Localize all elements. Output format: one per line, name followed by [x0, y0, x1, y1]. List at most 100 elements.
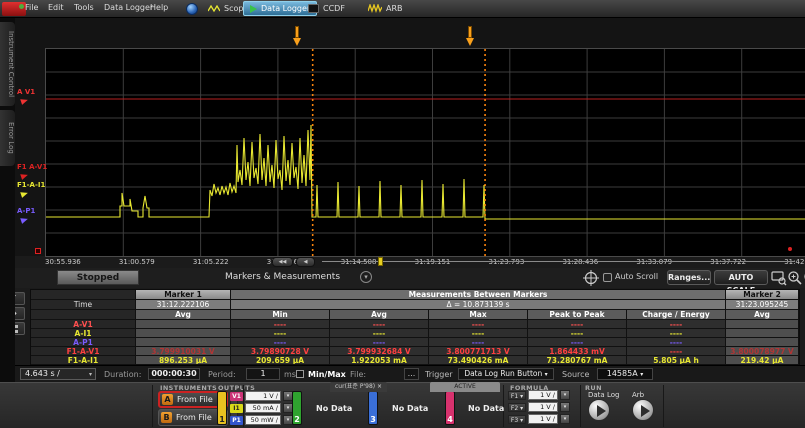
i1-scale-value[interactable]: 50 mA / [245, 403, 281, 413]
marker2-header[interactable]: Marker 2 [726, 290, 799, 300]
scroll-thumb[interactable] [378, 257, 383, 266]
crosshair-icon[interactable] [583, 270, 599, 286]
formula-f3-scale[interactable]: 1 V / [528, 414, 558, 424]
marker1-handle[interactable] [293, 26, 302, 47]
time-window-select[interactable]: 4.643 s /▾ [20, 368, 96, 380]
arb-wave-icon [368, 4, 382, 13]
marker2-handle[interactable] [466, 26, 475, 47]
auto-scale-button[interactable]: AUTO SCALE [714, 270, 768, 285]
scroll-track[interactable] [322, 261, 795, 262]
duration-value[interactable]: 000:00:30 [148, 368, 200, 380]
p1-scale-value[interactable]: 50 mW / [245, 415, 281, 425]
sidebar-tab-instrument-control[interactable]: Instrument Control [0, 22, 15, 106]
left-sidebar: Instrument Control Error Log [0, 18, 15, 382]
table-cell: ---- [429, 338, 528, 347]
formula-f2-scale[interactable]: 1 V / [528, 402, 558, 412]
active-tab[interactable]: ACTIVE [430, 382, 500, 392]
zoom-selection-icon[interactable] [771, 270, 787, 286]
ccdf-icon [308, 4, 319, 13]
menu-help[interactable]: Help [150, 3, 168, 12]
marker1-header[interactable]: Marker 1 [136, 290, 231, 300]
close-icon[interactable]: × [377, 383, 382, 390]
formula-f2-select[interactable]: F2 ▾ [508, 403, 526, 412]
trace-marker-arrow-icon[interactable] [20, 172, 29, 180]
formula-f3-select[interactable]: F3 ▾ [508, 415, 526, 424]
instrument-a-badge: A [162, 394, 173, 405]
tab-ccdf[interactable]: CCDF [302, 1, 351, 16]
table-cell: 3.799932684 V [330, 347, 429, 356]
source-label: Source [562, 370, 589, 379]
table-row-a-i1[interactable]: A-I1-------------------- [31, 329, 799, 338]
minmax-label[interactable]: Min/Max [308, 370, 346, 379]
menu-bar: File Edit Tools Data Logger Help Scope D… [0, 0, 805, 18]
table-cell: ---- [231, 329, 330, 338]
output-channel-2-bar[interactable]: 2 [292, 391, 302, 425]
formula-row-f1: F1 ▾ 1 V / ▾ [508, 390, 570, 400]
run-data-log-label: Data Log [588, 391, 619, 399]
table-cell: F1-A-V1 [31, 347, 136, 356]
run-data-log-button[interactable] [588, 399, 610, 421]
sine-wave-icon [208, 5, 220, 13]
record-start-icon [35, 248, 41, 254]
info-icon[interactable] [186, 3, 198, 15]
table-row-f1-a-i1[interactable]: F1-A-I1896.253 µA209.659 µA1.922053 mA73… [31, 356, 799, 365]
trace-marker-arrow-icon[interactable] [20, 216, 29, 224]
scroll-back-button[interactable]: ◀ [296, 257, 315, 267]
output-channel-3-bar[interactable]: 3 [368, 391, 378, 425]
tab-arb[interactable]: ARB [362, 1, 409, 16]
chart-toolbar: Stopped Markers & Measurements ▾ Auto Sc… [15, 268, 805, 288]
strip-chart-plot[interactable] [45, 48, 805, 257]
table-cell: 73.490426 mA [429, 356, 528, 365]
period-label: Period: [208, 370, 236, 379]
table-cell [726, 338, 799, 347]
col-avg: Avg [330, 310, 429, 320]
table-cell: ---- [528, 320, 627, 329]
zoom-in-icon[interactable] [787, 270, 803, 286]
v1-scale-value[interactable]: 1 V / [245, 391, 281, 401]
trace-marker-arrow-icon[interactable] [20, 97, 29, 105]
table-row-a-v1[interactable]: A-V1-------------------- [31, 320, 799, 329]
table-cell: ---- [330, 329, 429, 338]
menu-data-logger[interactable]: Data Logger [104, 3, 153, 12]
table-cell: ---- [528, 329, 627, 338]
chevron-down-icon[interactable]: ▾ [560, 414, 570, 424]
source-select[interactable]: 14585A ▾ [597, 368, 653, 380]
formula-f1-select[interactable]: F1 ▾ [508, 391, 526, 400]
minmax-checkbox[interactable] [296, 370, 304, 378]
chevron-down-icon[interactable]: ▾ [560, 402, 570, 412]
formula-f1-scale[interactable]: 1 V / [528, 390, 558, 400]
trigger-select[interactable]: Data Log Run Button ▾ [458, 368, 554, 380]
formula-row-f3: F3 ▾ 1 V / ▾ [508, 414, 570, 424]
col-max: Max [429, 310, 528, 320]
collapse-panel-button[interactable]: ▾ [360, 271, 372, 283]
output-row-v1: V1 1 V / ▾ [230, 391, 293, 401]
period-value[interactable]: 1 [246, 368, 280, 380]
duration-label: Duration: [104, 370, 141, 379]
output-channel-4-bar[interactable]: 4 [445, 391, 455, 425]
marker1-time: 31:12.222106 [136, 300, 231, 310]
chevron-down-icon[interactable]: ▾ [560, 390, 570, 400]
table-row-a-p1[interactable]: A-P1-------------------- [31, 338, 799, 347]
trace-marker-arrow-icon[interactable] [20, 190, 29, 198]
sidebar-tab-error-log[interactable]: Error Log [0, 110, 15, 166]
scroll-start-button[interactable]: ◀◀ [272, 257, 293, 267]
output-channel-1-bar[interactable]: 1 [217, 391, 227, 425]
run-arb-button[interactable] [632, 399, 654, 421]
file-label: File: [350, 370, 366, 379]
menu-edit[interactable]: Edit [48, 3, 64, 12]
trace-label-f1-a-i1: F1-A-I1 [17, 181, 45, 189]
channel-3-no-data: No Data [392, 404, 428, 413]
formula-row-f2: F2 ▾ 1 V / ▾ [508, 402, 570, 412]
menu-tools[interactable]: Tools [74, 3, 94, 12]
table-row-f1-a-v1[interactable]: F1-A-V13.799910031 V3.79890728 V3.799932… [31, 347, 799, 356]
instrument-b-badge: B [161, 412, 172, 423]
ranges-button[interactable]: Ranges... [667, 270, 711, 285]
auto-scroll-toggle[interactable] [603, 273, 612, 282]
browse-file-button[interactable]: ... [404, 368, 419, 380]
auto-scroll-label[interactable]: Auto Scroll [615, 272, 658, 281]
menu-file[interactable]: File [25, 3, 38, 12]
document-tab[interactable]: cur(표준 P'98) × [330, 382, 387, 392]
between-markers-header: Measurements Between Markers [231, 290, 726, 300]
run-arb-label: Arb [632, 391, 644, 399]
channel-2-no-data: No Data [316, 404, 352, 413]
